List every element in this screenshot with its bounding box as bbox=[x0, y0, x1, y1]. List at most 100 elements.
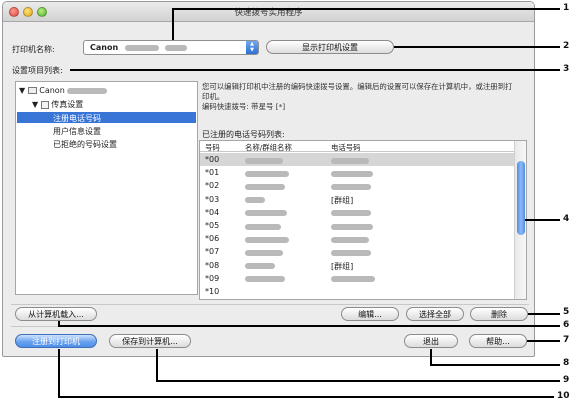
row-number: *06 bbox=[205, 234, 220, 244]
row-number: *04 bbox=[205, 207, 220, 217]
row-name bbox=[245, 182, 285, 191]
redacted-phone bbox=[331, 157, 369, 164]
callout-number: 8 bbox=[563, 358, 570, 368]
row-name bbox=[245, 262, 275, 271]
phone-list[interactable]: 号码 名称/群组名称 电话号码 *00 *01 *02 *03 [群组] *04 *05 *0… bbox=[199, 140, 527, 300]
row-name bbox=[245, 235, 289, 244]
row-phone bbox=[331, 169, 373, 178]
callout-number: 9 bbox=[563, 375, 570, 385]
row-phone bbox=[331, 156, 369, 165]
scrollbar-thumb[interactable] bbox=[517, 161, 525, 235]
tree-item-user-info[interactable]: 用户信息设置 bbox=[53, 126, 101, 137]
callout-line bbox=[172, 8, 560, 10]
column-header-name[interactable]: 名称/群组名称 bbox=[245, 142, 292, 153]
tree-item-register-phone[interactable]: 注册电话号码 bbox=[17, 112, 196, 123]
row-phone: [群组] bbox=[331, 195, 354, 205]
redacted-name bbox=[245, 249, 283, 256]
row-number: *05 bbox=[205, 221, 220, 230]
tree-fax-settings[interactable]: ▼ 传真设置 bbox=[32, 99, 83, 110]
table-row[interactable]: *04 bbox=[200, 206, 514, 219]
row-phone bbox=[331, 235, 369, 244]
row-phone bbox=[331, 275, 375, 284]
row-name bbox=[245, 248, 283, 257]
callout-line bbox=[525, 219, 560, 221]
settings-tree: ▼ Canon ▼ 传真设置 注册电话号码 用户信息设置 已拒绝的号码设置 bbox=[15, 81, 198, 295]
info-line: 编码快速拨号: 带星号 [*] bbox=[202, 102, 286, 111]
register-to-printer-button[interactable]: 注册到打印机 bbox=[15, 334, 97, 348]
table-row[interactable]: *00 bbox=[200, 153, 514, 166]
row-name bbox=[245, 222, 281, 231]
callout-line bbox=[156, 349, 158, 382]
info-line: 印机。 bbox=[202, 92, 225, 101]
redacted-phone bbox=[331, 236, 369, 243]
redacted-model-suffix bbox=[164, 44, 187, 51]
callout-number: 3 bbox=[563, 64, 570, 74]
callout-number: 5 bbox=[563, 307, 570, 317]
table-row[interactable]: *10 bbox=[200, 285, 514, 298]
table-row[interactable]: *01 bbox=[200, 166, 514, 179]
row-name bbox=[245, 275, 285, 284]
tree-item-rejected-numbers[interactable]: 已拒绝的号码设置 bbox=[53, 139, 117, 150]
column-header-number[interactable]: 号码 bbox=[205, 142, 220, 153]
row-name bbox=[245, 156, 283, 165]
row-number: *09 bbox=[205, 273, 220, 283]
redacted-name bbox=[245, 183, 285, 190]
table-row[interactable]: *08 [群组] bbox=[200, 259, 514, 272]
printer-name-label: 打印机名称: bbox=[12, 45, 55, 54]
table-row[interactable]: *06 bbox=[200, 232, 514, 245]
row-name bbox=[245, 169, 289, 178]
row-number: *08 bbox=[205, 260, 220, 270]
delete-button[interactable]: 删除 bbox=[470, 307, 528, 321]
row-number: *02 bbox=[205, 181, 220, 191]
redacted-name bbox=[245, 197, 265, 204]
callout-line bbox=[156, 380, 560, 382]
fax-icon bbox=[40, 100, 49, 109]
callout-number: 10 bbox=[557, 391, 570, 401]
printer-icon bbox=[27, 87, 37, 94]
callout-number: 7 bbox=[563, 335, 570, 345]
table-row[interactable]: *05 bbox=[200, 219, 514, 232]
row-number: *10 bbox=[205, 287, 220, 296]
callout-number: 2 bbox=[563, 41, 570, 51]
load-from-computer-button[interactable]: 从计算机载入... bbox=[15, 307, 97, 321]
help-button[interactable]: 帮助... bbox=[469, 334, 527, 348]
table-row[interactable]: *09 bbox=[200, 272, 514, 285]
settings-list-label: 设置项目列表: bbox=[12, 66, 63, 75]
save-to-computer-button[interactable]: 保存到计算机... bbox=[109, 334, 191, 348]
disclosure-open-icon: ▼ bbox=[19, 86, 26, 95]
row-phone bbox=[331, 222, 373, 231]
table-row[interactable]: *02 bbox=[200, 179, 514, 192]
callout-line bbox=[527, 340, 560, 342]
row-phone bbox=[331, 182, 371, 191]
row-phone bbox=[331, 248, 371, 257]
table-row[interactable]: *03 [群组] bbox=[200, 193, 514, 206]
tree-fax-label: 传真设置 bbox=[51, 100, 84, 109]
exit-button[interactable]: 退出 bbox=[404, 334, 458, 348]
callout-number: 4 bbox=[563, 214, 570, 224]
edit-button[interactable]: 编辑... bbox=[341, 307, 399, 321]
tree-root[interactable]: ▼ Canon bbox=[19, 86, 108, 95]
redacted-phone bbox=[331, 223, 373, 230]
list-header: 号码 名称/群组名称 电话号码 bbox=[200, 141, 514, 152]
show-printer-settings-button[interactable]: 显示打印机设置 bbox=[266, 40, 394, 54]
redacted-phone bbox=[331, 170, 373, 177]
callout-line bbox=[58, 349, 60, 398]
disclosure-open-icon: ▼ bbox=[32, 100, 39, 109]
redacted-name bbox=[245, 157, 283, 164]
printer-select[interactable]: Canon ▲ ▼ bbox=[83, 40, 259, 55]
callout-line bbox=[528, 313, 560, 315]
table-row[interactable]: *07 bbox=[200, 245, 514, 258]
info-line: 您可以编辑打印机中注册的编码快速拨号设置。编辑后的设置可以保存在计算机中，或注册… bbox=[202, 82, 513, 91]
select-all-button[interactable]: 选择全部 bbox=[406, 307, 464, 321]
app-window: 快速拨号实用程序 打印机名称: Canon ▲ ▼ 显示打印机设置 设置项目列表:… bbox=[2, 1, 535, 357]
redacted-model bbox=[124, 44, 159, 51]
redacted-name bbox=[245, 210, 287, 217]
column-header-phone[interactable]: 电话号码 bbox=[331, 142, 361, 153]
redacted-phone bbox=[331, 210, 371, 217]
redacted-name bbox=[245, 170, 289, 177]
printer-select-value: Canon bbox=[90, 43, 119, 52]
tree-item-label: 注册电话号码 bbox=[53, 114, 101, 123]
tree-root-label: Canon bbox=[39, 86, 65, 95]
callout-line bbox=[70, 69, 560, 71]
callout-line bbox=[394, 46, 560, 48]
